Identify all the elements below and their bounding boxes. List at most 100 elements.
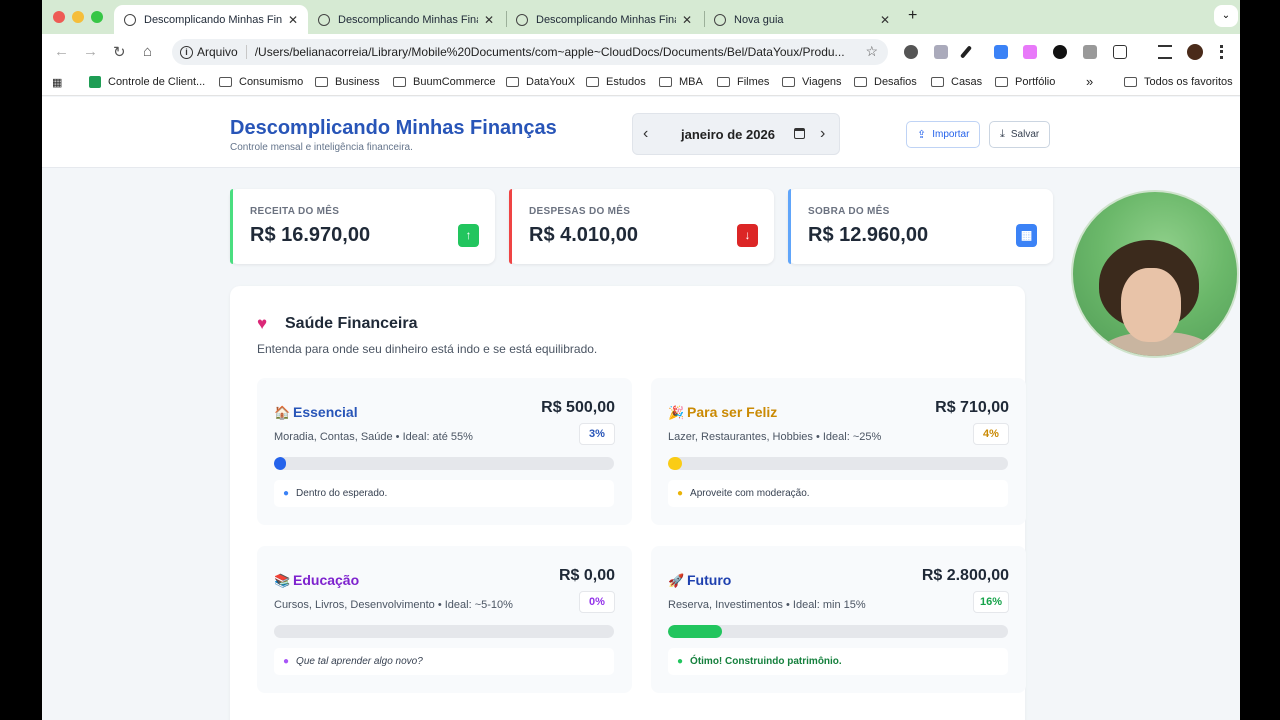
bookmark-mba[interactable]: MBA	[659, 76, 703, 88]
maximize-window-icon[interactable]	[91, 11, 103, 23]
rocket-icon: 🚀	[668, 573, 685, 588]
extension-code-icon[interactable]	[934, 45, 948, 59]
extensions-puzzle-icon[interactable]	[1113, 45, 1127, 59]
download-icon: ⤓	[1000, 128, 1005, 140]
card-accent	[788, 189, 791, 264]
folder-icon	[931, 77, 944, 87]
note-text: Aproveite com moderação.	[690, 488, 810, 499]
house-icon: 🏠	[274, 405, 291, 420]
category-description: Reserva, Investimentos • Ideal: min 15%	[668, 599, 866, 611]
month-selector: ‹ janeiro de 2026 ›	[632, 113, 840, 155]
extension-tag-icon[interactable]	[994, 45, 1008, 59]
folder-icon	[219, 77, 232, 87]
tab-3[interactable]: Descomplicando Minhas Fina ✕	[506, 5, 702, 34]
folder-icon	[393, 77, 406, 87]
progress-track	[274, 625, 614, 638]
reload-button[interactable]: ↻	[113, 43, 126, 61]
apps-grid-icon[interactable]: ▦	[52, 76, 62, 89]
card-label: SOBRA DO MÊS	[808, 206, 890, 217]
bookmark-label: DataYouX	[526, 76, 576, 88]
extension-camera-icon[interactable]	[1083, 45, 1097, 59]
bookmark-desafios[interactable]: Desafios	[854, 76, 917, 88]
tab-1[interactable]: Descomplicando Minhas Fina ✕	[114, 5, 308, 34]
folder-icon	[717, 77, 730, 87]
tab-label: Descomplicando Minhas Fina	[536, 13, 676, 26]
tab-label: Descomplicando Minhas Fina	[144, 13, 282, 26]
url-text[interactable]: /Users/belianacorreia/Library/Mobile%20D…	[255, 45, 855, 59]
back-button[interactable]: ←	[54, 43, 69, 60]
save-button[interactable]: ⤓ Salvar	[989, 121, 1051, 148]
new-tab-button[interactable]: +	[908, 7, 917, 25]
heart-pulse-icon: ♥	[257, 314, 268, 333]
category-name: Essencial	[293, 404, 358, 420]
month-label[interactable]: janeiro de 2026	[681, 127, 775, 142]
bookmark-viagens[interactable]: Viagens	[782, 76, 842, 88]
tab-close-icon[interactable]: ✕	[484, 13, 494, 27]
site-chip[interactable]: Arquivo	[197, 45, 247, 59]
extension-m-icon[interactable]	[1023, 45, 1037, 59]
bookmark-label: Todos os favoritos	[1144, 76, 1233, 88]
tab-search-button[interactable]: ⌄	[1214, 5, 1238, 27]
note-text: Que tal aprender algo novo?	[296, 656, 423, 667]
tab-2[interactable]: Descomplicando Minhas Fina ✕	[308, 5, 504, 34]
tab-close-icon[interactable]: ✕	[682, 13, 692, 27]
all-bookmarks[interactable]: Todos os favoritos	[1124, 76, 1233, 88]
site-info-icon[interactable]: i	[180, 45, 193, 59]
reading-list-icon[interactable]	[1158, 45, 1172, 59]
bookmark-filmes[interactable]: Filmes	[717, 76, 769, 88]
bookmarks-bar: ▦ Controle de Client... Consumismo Busin…	[42, 70, 1240, 96]
browser-toolbar: ← → ↻ ⌂ i Arquivo /Users/belianacorreia/…	[42, 34, 1240, 70]
bookmark-label: Consumismo	[239, 76, 304, 88]
tab-4[interactable]: Nova guia ✕	[704, 5, 900, 34]
prev-month-button[interactable]: ‹	[643, 125, 648, 143]
arrow-down-icon: ↓	[737, 224, 758, 247]
category-note: ● Aproveite com moderação.	[668, 480, 1008, 507]
extension-pen-icon[interactable]	[959, 45, 973, 59]
bookmark-estudos[interactable]: Estudos	[586, 76, 646, 88]
financial-health-panel: ♥ Saúde Financeira Entenda para onde seu…	[230, 286, 1026, 720]
bookmark-label: Controle de Client...	[108, 76, 206, 88]
bookmark-datayoux[interactable]: DataYouX	[506, 76, 575, 88]
category-amount: R$ 710,00	[935, 399, 1009, 416]
bookmark-label: Filmes	[737, 76, 770, 88]
minimize-window-icon[interactable]	[72, 11, 84, 23]
bookmark-casas[interactable]: Casas	[931, 76, 982, 88]
bookmark-buumcommerce[interactable]: BuumCommerce	[393, 76, 496, 88]
menu-kebab-icon[interactable]	[1220, 45, 1224, 59]
speech-bubble-icon: ●	[677, 656, 684, 667]
bookmark-business[interactable]: Business	[315, 76, 380, 88]
next-month-button[interactable]: ›	[820, 125, 825, 143]
extension-a-icon[interactable]	[1053, 45, 1067, 59]
bookmark-controle[interactable]: Controle de Client...	[89, 76, 205, 88]
forward-button[interactable]: →	[83, 43, 98, 60]
profile-avatar[interactable]	[1187, 44, 1203, 60]
category-percent-badge: 3%	[579, 423, 615, 445]
category-essencial: 🏠 Essencial R$ 500,00 Moradia, Contas, S…	[257, 378, 632, 525]
tab-close-icon[interactable]: ✕	[880, 13, 890, 27]
address-bar[interactable]: i Arquivo /Users/belianacorreia/Library/…	[172, 39, 888, 65]
card-value: R$ 16.970,00	[250, 224, 371, 246]
home-button[interactable]: ⌂	[143, 43, 152, 60]
import-button[interactable]: ⇪ Importar	[906, 121, 981, 148]
category-percent-badge: 16%	[973, 591, 1009, 613]
category-percent-badge: 0%	[579, 591, 615, 613]
category-amount: R$ 500,00	[541, 399, 615, 416]
bookmarks-overflow-button[interactable]: »	[1086, 74, 1093, 89]
tab-close-icon[interactable]: ✕	[288, 13, 298, 27]
category-percent-badge: 4%	[973, 423, 1009, 445]
bookmark-portfolio[interactable]: Portfólio	[995, 76, 1055, 88]
speech-bubble-icon: ●	[283, 488, 290, 499]
progress-track	[274, 457, 614, 470]
card-label: RECEITA DO MÊS	[250, 206, 340, 217]
extension-gear-icon[interactable]	[904, 45, 918, 59]
arrow-up-icon: ↑	[458, 224, 479, 247]
bookmark-star-icon[interactable]: ☆	[865, 43, 878, 60]
progress-fill	[668, 625, 723, 638]
bookmark-consumismo[interactable]: Consumismo	[219, 76, 303, 88]
note-text: Dentro do esperado.	[296, 488, 388, 499]
card-label: DESPESAS DO MÊS	[529, 206, 631, 217]
category-note: ● Que tal aprender algo novo?	[274, 648, 614, 675]
calendar-icon[interactable]	[794, 128, 805, 139]
progress-fill	[274, 457, 286, 470]
close-window-icon[interactable]	[53, 11, 65, 23]
